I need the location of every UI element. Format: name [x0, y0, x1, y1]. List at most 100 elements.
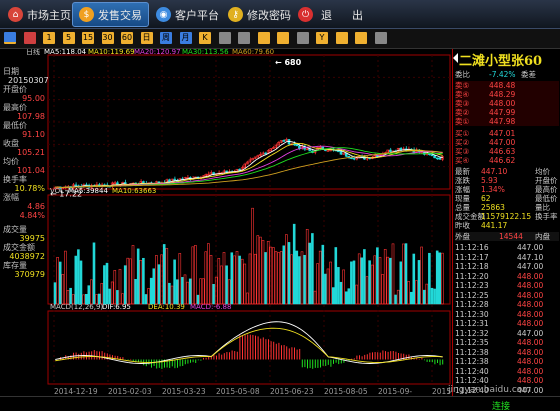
volume-bar [415, 280, 418, 305]
volume-bar [365, 276, 369, 305]
volume-bar [350, 261, 353, 305]
toolbar-button-13[interactable] [257, 32, 270, 44]
dif-line [55, 321, 443, 364]
tick-row: 11:12:40 448.00 [455, 367, 559, 376]
cell: 昨收 [455, 221, 470, 230]
info-label: 库存量 [3, 261, 27, 270]
volume-bar [238, 255, 241, 305]
line-icon[interactable] [23, 32, 36, 44]
toolbar-button-7[interactable]: 日 [140, 32, 153, 44]
volume-bar [240, 258, 244, 305]
toolbar-button-6[interactable]: 60 [121, 32, 133, 44]
volume-bar [324, 273, 327, 305]
volume-bar [155, 255, 158, 305]
cell: 最新 [455, 167, 470, 176]
toolbar-button-10[interactable]: K [199, 32, 211, 44]
stat-row: 最新 447.10 均价 [455, 167, 559, 176]
cell: 11579122.15 [481, 212, 532, 221]
volume-bar [435, 250, 439, 305]
toolbar-button-15[interactable] [296, 32, 309, 44]
nav-exit[interactable]: ⏻ 退 出 [292, 2, 369, 27]
toolbar-button-4[interactable]: 15 [82, 32, 94, 44]
cell: 11:12:40 [455, 366, 489, 376]
toolbar-button-17[interactable] [335, 32, 348, 44]
volume-bar [248, 253, 252, 305]
info-label: 涨幅 [3, 193, 19, 202]
cell: 均价 [535, 167, 550, 176]
date-tick: 2014-12-19 [54, 387, 98, 396]
cell: 卖⑤ [455, 81, 470, 90]
toolbar-button-2[interactable]: 1 [43, 32, 55, 44]
toolbar-button-16[interactable]: Y [316, 32, 328, 44]
cell: 441.17 [481, 221, 508, 230]
cell: 447.00 [517, 262, 544, 271]
sell-row: 卖⑤ 448.48 [455, 81, 559, 90]
kline-chart[interactable]: 2014-12-19 2015-02-03 2015-03-23 2015-05-08… [0, 49, 452, 396]
toolbar-button-5[interactable]: 30 [101, 32, 114, 44]
volume-bar [295, 250, 299, 305]
volume-bar [386, 256, 390, 305]
client-icon: ◉ [156, 7, 171, 22]
toolbar-button-8[interactable]: 周 [160, 32, 172, 44]
cell: 最高价 [535, 185, 558, 194]
prev-icon[interactable] [218, 32, 231, 44]
volume-bar [129, 258, 132, 305]
cell: 卖② [455, 108, 470, 117]
candle-body [352, 157, 356, 160]
toolbar-button-14[interactable] [277, 32, 289, 44]
date-tick: 2015-06-23 [270, 387, 314, 396]
volume-bar [170, 285, 174, 305]
volume-bar [394, 294, 397, 305]
nav-trade[interactable]: $ 发售交易 [72, 2, 149, 27]
volume-bar [355, 284, 358, 305]
volume-bar [391, 243, 395, 305]
cell: 11:12:40 [455, 376, 489, 385]
volume-bar [217, 258, 221, 305]
next-icon[interactable] [238, 32, 250, 44]
cell: 448.48 [489, 81, 516, 90]
candle-body [435, 157, 439, 160]
nav-client-platform[interactable]: ◉ 客户平台 [150, 2, 225, 27]
cell: 最低价 [535, 194, 558, 203]
volume-bar [186, 281, 189, 305]
volume-bar [209, 255, 213, 305]
toolbar-button-18[interactable] [355, 32, 367, 44]
volume-bar [212, 283, 215, 305]
tick-row: 11:12:23 448.00 [455, 281, 559, 290]
volume-bar [157, 264, 161, 305]
nav-change-password[interactable]: ⚷ 修改密码 [222, 2, 297, 27]
volume-bar [311, 233, 314, 305]
nav-label: 发售交易 [98, 8, 142, 22]
volume-bar [131, 245, 135, 305]
volume-bar [420, 246, 423, 305]
cell: 446.62 [489, 156, 516, 165]
cell: -7.42% [489, 70, 516, 79]
date-tick: 2015-09- [378, 387, 412, 396]
connection-status: 连接 [492, 402, 511, 411]
volume-bar [342, 269, 345, 305]
volume-bar [194, 245, 197, 305]
toolbar-button-3[interactable]: 5 [62, 32, 75, 44]
info-value: 370979 [14, 270, 45, 279]
volume-bar [383, 249, 387, 305]
stat-row: 成交金额 11579122.15 换手率 [455, 212, 559, 221]
volume-bar [118, 268, 122, 305]
volume-bar [433, 288, 436, 305]
bar-chart-icon[interactable] [4, 32, 16, 44]
volume-bar [287, 242, 291, 305]
volume-bar [183, 274, 187, 305]
volume-bar [144, 294, 148, 305]
stat-row: 涨幅 1.34% 最高价 [455, 185, 559, 194]
cell: 447.10 [481, 167, 508, 176]
volume-bar [269, 246, 273, 305]
cell: 5.93 [481, 176, 498, 185]
volume-bar [220, 265, 223, 305]
ma-legend: MA30:113.56 [182, 49, 229, 56]
volume-bar [97, 293, 101, 305]
volume-bar [404, 243, 408, 305]
gear-icon[interactable] [374, 32, 387, 44]
toolbar-button-9[interactable]: 月 [179, 32, 192, 44]
nav-market-home[interactable]: ⌂ 市场主页 [2, 2, 77, 27]
volume-bar [152, 268, 156, 305]
cell: 11:12:28 [455, 300, 489, 309]
